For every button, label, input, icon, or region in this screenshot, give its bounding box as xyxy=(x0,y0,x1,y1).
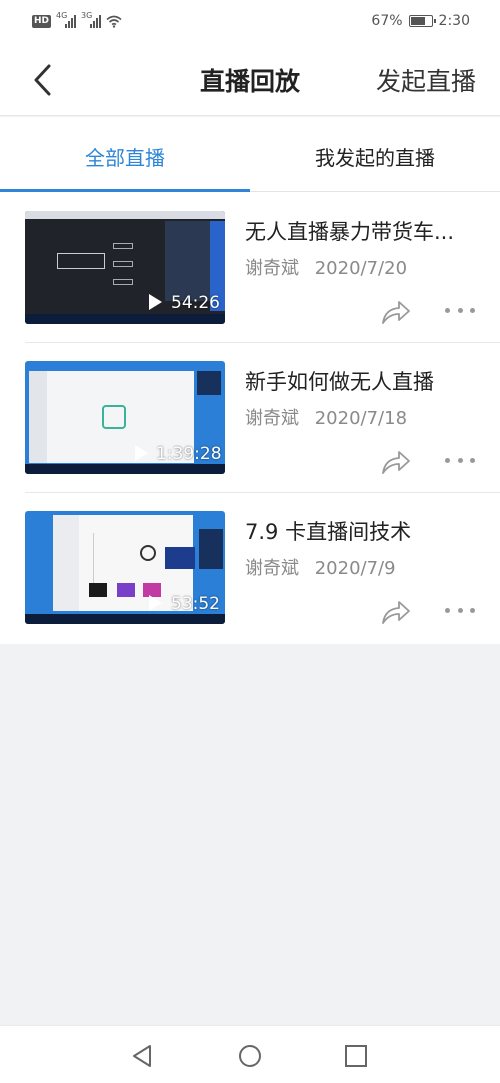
tab-all-live[interactable]: 全部直播 xyxy=(0,117,250,193)
battery-percent: 67% xyxy=(371,13,403,29)
tab-my-live[interactable]: 我发起的直播 xyxy=(250,117,500,192)
video-duration: 54:26 xyxy=(171,293,220,313)
share-icon[interactable] xyxy=(381,599,411,625)
date: 2020/7/20 xyxy=(314,258,408,279)
play-icon xyxy=(149,595,162,611)
share-icon[interactable] xyxy=(381,449,411,475)
status-bar: HD 4G 3G 67% 2:30 xyxy=(0,0,500,42)
video-title[interactable]: 7.9 卡直播间技术 xyxy=(245,516,411,546)
video-thumbnail[interactable]: 53:52 xyxy=(25,511,225,624)
nav-home-icon[interactable] xyxy=(237,1043,263,1069)
video-thumbnail[interactable]: 54:26 xyxy=(25,211,225,324)
wifi-icon xyxy=(106,15,122,28)
nav-recents-icon[interactable] xyxy=(343,1043,369,1069)
start-live-button[interactable]: 发起直播 xyxy=(376,62,476,98)
date: 2020/7/18 xyxy=(314,408,408,429)
author: 谢奇斌 xyxy=(245,558,299,579)
play-icon xyxy=(149,294,162,310)
replay-list: 54:26 无人直播暴力带货车... 谢奇斌 2020/7/20 1:39:28… xyxy=(0,192,500,644)
tab-bar: 全部直播 我发起的直播 xyxy=(0,117,500,193)
list-item[interactable]: 1:39:28 新手如何做无人直播 谢奇斌 2020/7/18 xyxy=(0,342,500,493)
video-thumbnail[interactable]: 1:39:28 xyxy=(25,361,225,474)
play-icon xyxy=(135,445,148,461)
video-meta: 谢奇斌 2020/7/20 xyxy=(245,254,407,280)
signal-icon-2: 3G xyxy=(81,11,102,28)
clock: 2:30 xyxy=(438,13,470,29)
more-options-icon[interactable] xyxy=(445,458,475,466)
author: 谢奇斌 xyxy=(245,258,299,279)
status-left: HD 4G 3G xyxy=(32,11,122,28)
network-type-label-2: 3G xyxy=(81,10,93,20)
video-duration: 1:39:28 xyxy=(156,444,222,464)
date: 2020/7/9 xyxy=(314,558,396,579)
more-options-icon[interactable] xyxy=(445,308,475,316)
video-meta: 谢奇斌 2020/7/9 xyxy=(245,554,396,580)
status-right: 67% 2:30 xyxy=(371,13,470,29)
list-item[interactable]: 54:26 无人直播暴力带货车... 谢奇斌 2020/7/20 xyxy=(0,192,500,343)
share-icon[interactable] xyxy=(381,299,411,325)
video-title[interactable]: 新手如何做无人直播 xyxy=(245,366,434,396)
nav-back-icon[interactable] xyxy=(130,1043,156,1069)
signal-icon: 4G xyxy=(56,11,77,28)
battery-icon xyxy=(408,15,436,27)
system-nav-bar xyxy=(0,1025,500,1083)
more-options-icon[interactable] xyxy=(445,608,475,616)
video-meta: 谢奇斌 2020/7/18 xyxy=(245,404,407,430)
app-header: 直播回放 发起直播 xyxy=(0,42,500,116)
author: 谢奇斌 xyxy=(245,408,299,429)
network-type-label: 4G xyxy=(56,10,68,20)
video-duration: 53:52 xyxy=(171,594,220,614)
hd-icon: HD xyxy=(32,14,52,28)
video-title[interactable]: 无人直播暴力带货车... xyxy=(245,216,454,246)
list-item[interactable]: 53:52 7.9 卡直播间技术 谢奇斌 2020/7/9 xyxy=(0,492,500,642)
